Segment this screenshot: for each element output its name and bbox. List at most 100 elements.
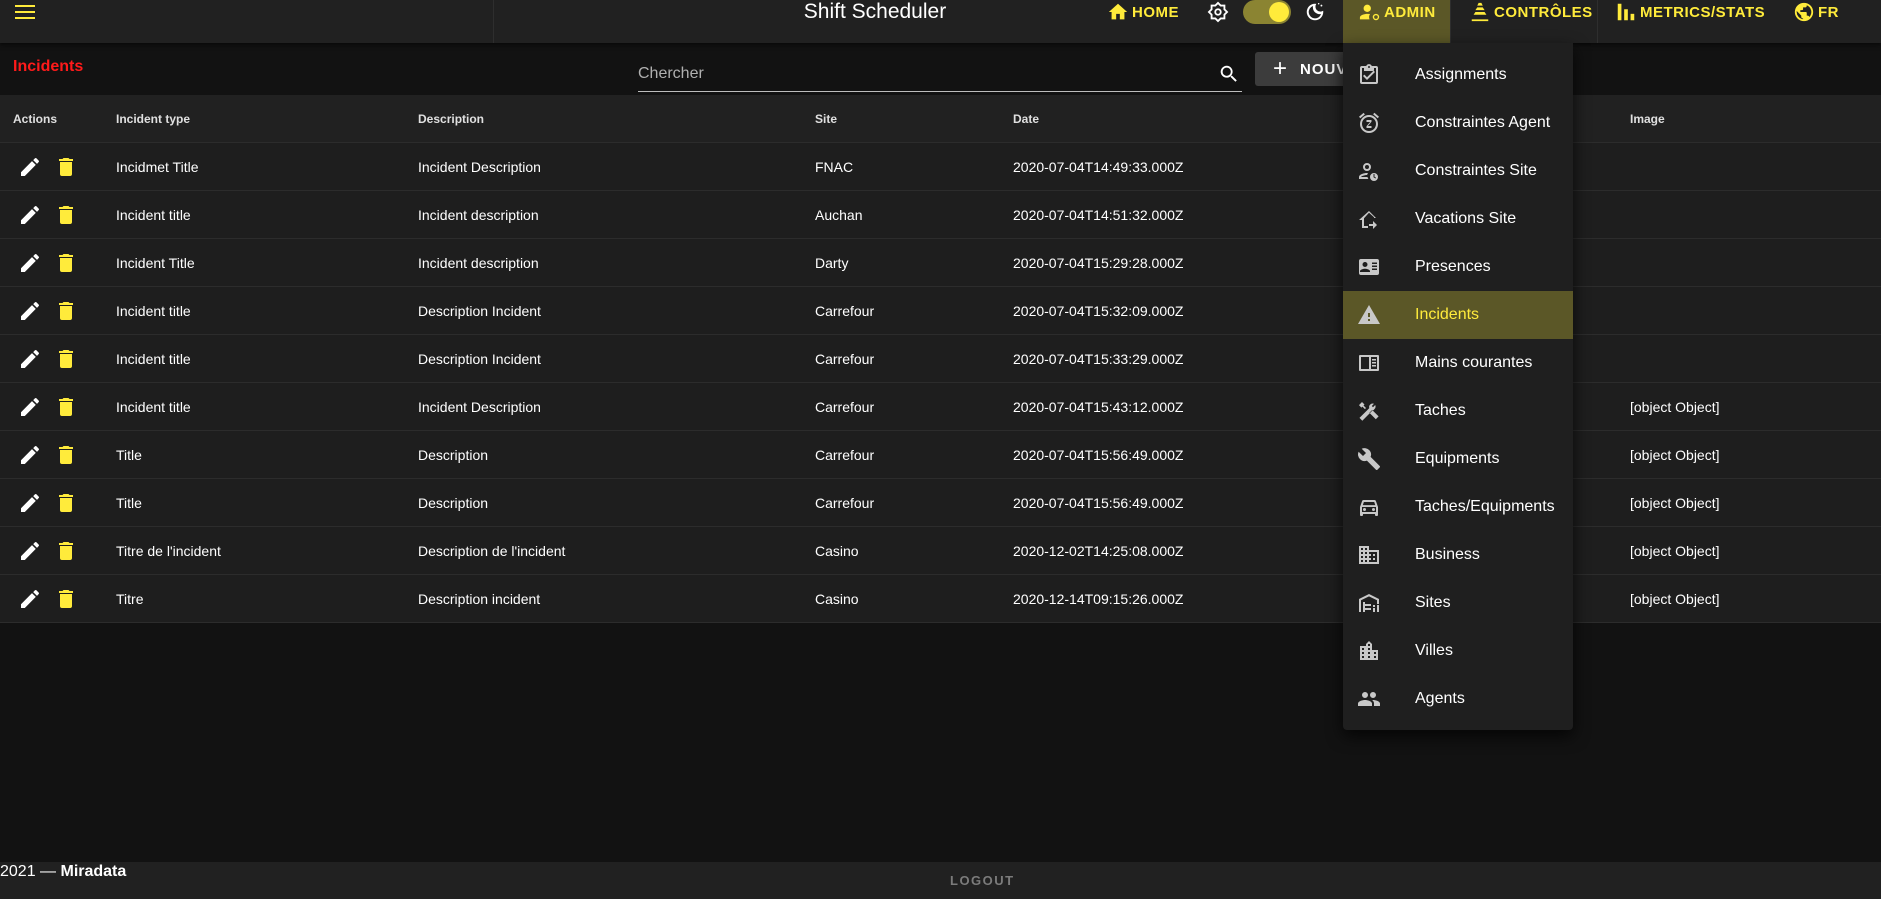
cell-site: Carrefour <box>815 351 875 367</box>
admin-menu-item-constraintes-agent[interactable]: Constraintes Agent <box>1343 99 1573 147</box>
delete-icon[interactable] <box>54 491 78 515</box>
app-title: Shift Scheduler <box>803 0 947 23</box>
cell-date: 2020-07-04T14:49:33.000Z <box>1013 159 1184 175</box>
admin-people-icon <box>1359 4 1380 21</box>
cell-description: Description Incident <box>418 303 541 319</box>
theme-toggle-switch[interactable] <box>1243 0 1291 24</box>
cell-incident-type: Incident title <box>116 207 191 223</box>
admin-menu-item-presences[interactable]: Presences <box>1343 243 1573 291</box>
header-date[interactable]: Date <box>1013 95 1039 143</box>
cell-incident-type: Incident title <box>116 399 191 415</box>
hamburger-menu-icon[interactable] <box>10 0 40 24</box>
table-row: Incidmet Title Incident Description FNAC 20… <box>0 143 1881 191</box>
edit-icon[interactable] <box>18 491 42 515</box>
delete-icon[interactable] <box>54 443 78 467</box>
cell-date: 2020-07-04T15:32:09.000Z <box>1013 303 1184 319</box>
admin-menu-item-mains-courantes[interactable]: Mains courantes <box>1343 339 1573 387</box>
edit-icon[interactable] <box>18 299 42 323</box>
admin-menu-item-vacations-site[interactable]: Vacations Site <box>1343 195 1573 243</box>
admin-menu-item-agents[interactable]: Agents <box>1343 675 1573 723</box>
header-image[interactable]: Image <box>1630 95 1665 143</box>
delete-icon[interactable] <box>54 251 78 275</box>
edit-icon[interactable] <box>18 539 42 563</box>
dark-mode-icon[interactable] <box>1304 1 1326 23</box>
toggle-knob <box>1269 2 1289 22</box>
header-description[interactable]: Description <box>418 95 484 143</box>
home-button[interactable]: HOME <box>1107 0 1179 24</box>
delete-icon[interactable] <box>54 155 78 179</box>
admin-menu-item-villes[interactable]: Villes <box>1343 627 1573 675</box>
delete-icon[interactable] <box>54 203 78 227</box>
language-label: FR <box>1818 3 1839 21</box>
menu-item-label: Agents <box>1415 690 1465 707</box>
cell-date: 2020-07-04T15:29:28.000Z <box>1013 255 1184 271</box>
edit-icon[interactable] <box>18 347 42 371</box>
menu-item-label: Incidents <box>1415 306 1480 323</box>
cell-date: 2020-07-04T14:51:32.000Z <box>1013 207 1184 223</box>
language-button[interactable]: FR <box>1793 0 1839 24</box>
people-icon <box>1357 687 1381 711</box>
menu-item-label: Constraintes Site <box>1415 162 1537 179</box>
table-row: Title Description Carrefour 2020-07-04T15:5… <box>0 431 1881 479</box>
edit-icon[interactable] <box>18 587 42 611</box>
cell-description: Description Incident <box>418 351 541 367</box>
delete-icon[interactable] <box>54 587 78 611</box>
delete-icon[interactable] <box>54 539 78 563</box>
admin-menu-item-sites[interactable]: Sites <box>1343 579 1573 627</box>
admin-button[interactable]: ADMIN <box>1359 0 1436 24</box>
garage-icon <box>1357 591 1381 615</box>
metrics-stats-button[interactable]: METRICS/STATS <box>1615 0 1765 24</box>
edit-icon[interactable] <box>18 251 42 275</box>
bar-chart-icon <box>1617 3 1635 21</box>
id-card-icon <box>1357 255 1381 279</box>
admin-menu-item-equipments[interactable]: Equipments <box>1343 435 1573 483</box>
header-incident-type[interactable]: Incident type <box>116 95 190 143</box>
edit-icon[interactable] <box>18 203 42 227</box>
search-input[interactable] <box>638 60 1198 88</box>
cell-date: 2020-07-04T15:43:12.000Z <box>1013 399 1184 415</box>
edit-icon[interactable] <box>18 155 42 179</box>
menu-item-label: Sites <box>1415 594 1451 611</box>
delete-icon[interactable] <box>54 347 78 371</box>
delete-icon[interactable] <box>54 299 78 323</box>
cell-image: [object Object] <box>1630 543 1720 559</box>
home-arrow-icon <box>1357 207 1381 231</box>
logout-button[interactable]: LOGOUT <box>950 873 1025 888</box>
delete-icon[interactable] <box>54 395 78 419</box>
admin-menu-item-assignments[interactable]: Assignments <box>1343 51 1573 99</box>
controles-button[interactable]: CONTRÔLES <box>1469 0 1593 24</box>
table-row: Incident Title Incident description Darty 2… <box>0 239 1881 287</box>
light-mode-icon[interactable] <box>1207 1 1229 23</box>
cell-site: Casino <box>815 543 859 559</box>
admin-menu-item-taches[interactable]: Taches <box>1343 387 1573 435</box>
cell-description: Description incident <box>418 591 541 607</box>
cell-date: 2020-07-04T15:56:49.000Z <box>1013 447 1184 463</box>
admin-menu-item-taches-equipments[interactable]: Taches/Equipments <box>1343 483 1573 531</box>
table-header: Actions Incident type Description Site D… <box>0 95 1881 143</box>
search-icon[interactable] <box>1218 63 1240 85</box>
footer: 2021 — Miradata LOGOUT <box>0 862 1881 899</box>
menu-item-label: Constraintes Agent <box>1415 114 1551 131</box>
table-row: Incident title Incident Description Carref… <box>0 383 1881 431</box>
admin-menu-item-business[interactable]: Business <box>1343 531 1573 579</box>
cell-incident-type: Incident title <box>116 351 191 367</box>
table-row: Title Description Carrefour 2020-07-04T15:5… <box>0 479 1881 527</box>
edit-icon[interactable] <box>18 395 42 419</box>
company-name: Miradata <box>60 863 127 880</box>
cell-date: 2020-12-14T09:15:26.000Z <box>1013 591 1184 607</box>
cell-description: Description <box>418 495 489 511</box>
table-row: Incident title Description Incident Carref… <box>0 335 1881 383</box>
metrics-stats-label: METRICS/STATS <box>1640 3 1766 21</box>
incidents-table: Actions Incident type Description Site D… <box>0 95 1881 623</box>
edit-icon[interactable] <box>18 443 42 467</box>
new-button-label: NOUV <box>1300 60 1348 78</box>
cell-description: Incident description <box>418 255 539 271</box>
table-body: Incidmet Title Incident Description FNAC 20… <box>0 143 1881 623</box>
admin-menu-item-incidents[interactable]: Incidents <box>1343 291 1573 339</box>
car-icon <box>1357 495 1381 519</box>
header-site[interactable]: Site <box>815 95 837 143</box>
table-row: Incident title Description Incident Carref… <box>0 287 1881 335</box>
header-actions: Actions <box>13 112 58 126</box>
cell-image: [object Object] <box>1630 447 1720 463</box>
admin-menu-item-constraintes-site[interactable]: Constraintes Site <box>1343 147 1573 195</box>
